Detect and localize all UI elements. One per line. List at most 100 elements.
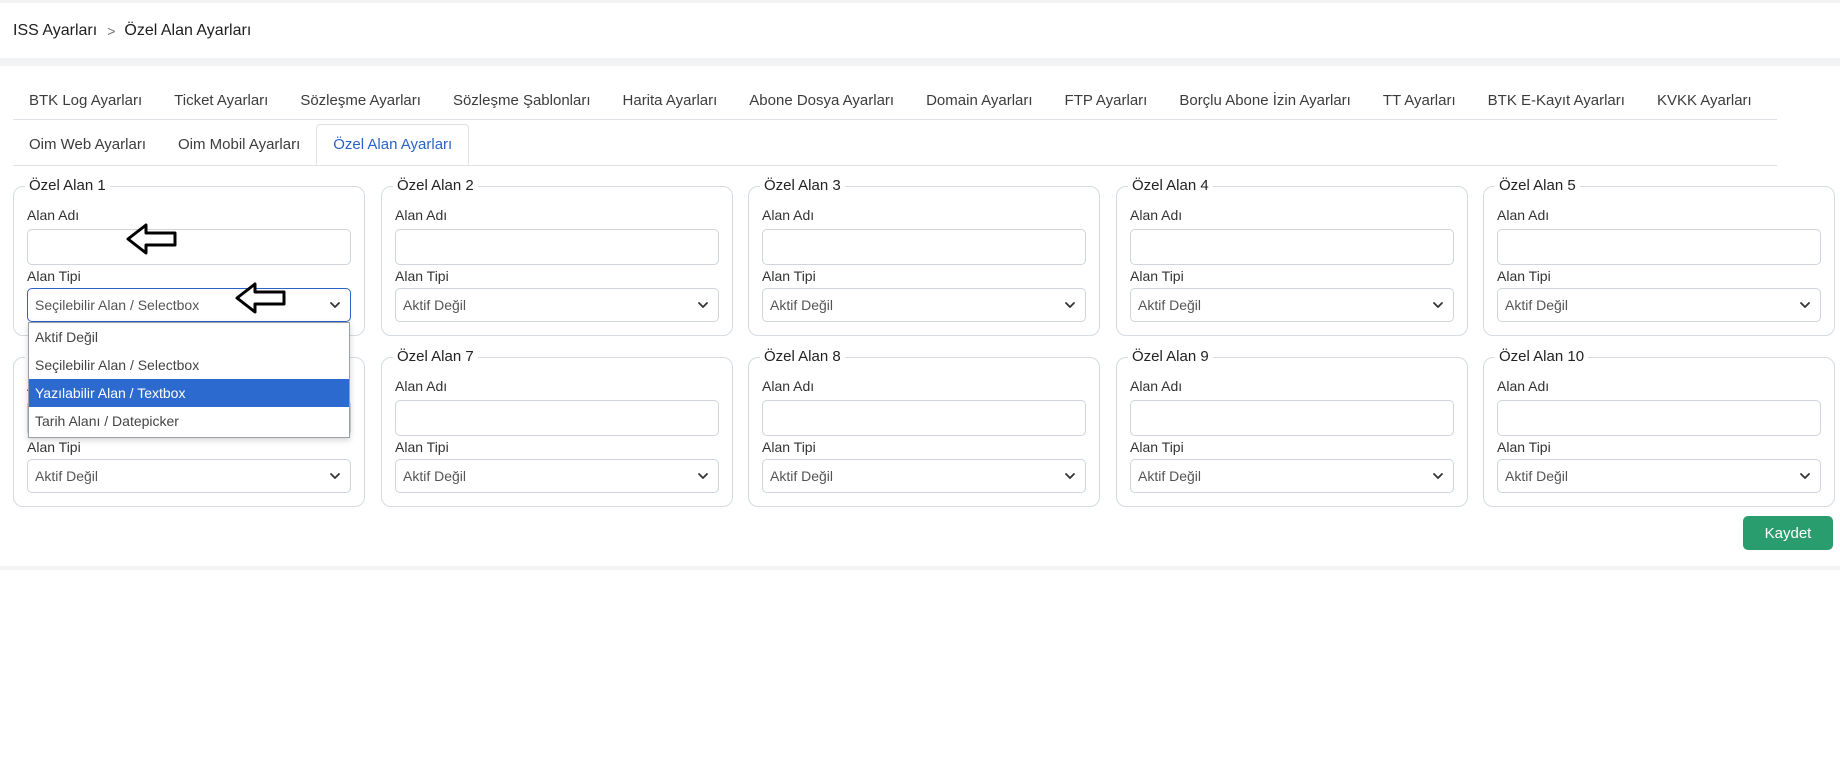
tab-contract-settings[interactable]: Sözleşme Ayarları: [284, 82, 437, 119]
field-type-value: Aktif Değil: [1505, 468, 1569, 484]
tab-kvkk-settings[interactable]: KVKK Ayarları: [1641, 82, 1768, 119]
custom-field-3: Özel Alan 3 Alan Adı Alan Tipi Aktif Değil: [748, 176, 1100, 336]
field-name-input[interactable]: [1130, 400, 1454, 436]
field-name-input[interactable]: [27, 229, 351, 265]
field-type-value: Aktif Değil: [35, 468, 99, 484]
dropdown-option-inactive[interactable]: Aktif Değil: [29, 323, 349, 351]
custom-field-5: Özel Alan 5 Alan Adı Alan Tipi Aktif Değil: [1483, 176, 1835, 336]
breadcrumb-separator-icon: >: [107, 23, 116, 39]
tab-ftp-settings[interactable]: FTP Ayarları: [1049, 82, 1164, 119]
tab-btk-log-settings[interactable]: BTK Log Ayarları: [13, 82, 158, 119]
field-type-label: Alan Tipi: [1130, 439, 1184, 455]
field-type-value: Seçilebilir Alan / Selectbox: [35, 297, 200, 313]
breadcrumb-current: Özel Alan Ayarları: [124, 22, 252, 39]
field-type-value: Aktif Değil: [403, 468, 467, 484]
field-type-select[interactable]: Aktif Değil: [762, 288, 1086, 322]
field-name-label: Alan Adı: [1130, 207, 1183, 223]
left-arrow-icon: [126, 223, 177, 255]
field-type-select[interactable]: Seçilebilir Alan / Selectbox: [27, 288, 351, 322]
field-name-label: Alan Adı: [1130, 378, 1183, 394]
custom-field-8: Özel Alan 8 Alan Adı Alan Tipi Aktif Değil: [748, 347, 1100, 507]
dropdown-option-datepicker[interactable]: Tarih Alanı / Datepicker: [29, 407, 349, 435]
custom-field-1: Özel Alan 1 Alan Adı Alan Tipi Seçilebilir …: [13, 176, 365, 336]
tab-oim-web-settings[interactable]: Oim Web Ayarları: [13, 124, 162, 165]
field-name-label: Alan Adı: [1497, 378, 1550, 394]
tab-debtor-permission-settings[interactable]: Borçlu Abone İzin Ayarları: [1163, 82, 1367, 119]
tab-tt-settings[interactable]: TT Ayarları: [1367, 82, 1472, 119]
settings-tabs-row-1: BTK Log Ayarları Ticket Ayarları Sözleşm…: [13, 82, 1777, 120]
chevron-down-icon: [1433, 473, 1443, 479]
custom-field-legend: Özel Alan 10: [1495, 347, 1589, 367]
tab-subscriber-file-settings[interactable]: Abone Dosya Ayarları: [733, 82, 910, 119]
field-type-value: Aktif Değil: [770, 297, 834, 313]
field-name-label: Alan Adı: [27, 207, 80, 223]
settings-tabs-row-2: Oim Web Ayarları Oim Mobil Ayarları Özel…: [13, 124, 1777, 166]
custom-field-legend: Özel Alan 4: [1128, 176, 1213, 196]
custom-field-legend: Özel Alan 2: [393, 176, 478, 196]
tab-btk-ekayit-settings[interactable]: BTK E-Kayıt Ayarları: [1472, 82, 1641, 119]
chevron-down-icon: [1065, 302, 1075, 308]
field-type-select[interactable]: Aktif Değil: [1130, 288, 1454, 322]
custom-field-9: Özel Alan 9 Alan Adı Alan Tipi Aktif Değil: [1116, 347, 1468, 507]
field-type-select[interactable]: Aktif Değil: [395, 459, 719, 493]
custom-field-legend: Özel Alan 9: [1128, 347, 1213, 367]
field-type-select[interactable]: Aktif Değil: [1130, 459, 1454, 493]
custom-field-legend: Özel Alan 3: [760, 176, 845, 196]
field-name-input[interactable]: [1497, 229, 1821, 265]
field-type-value: Aktif Değil: [1138, 297, 1202, 313]
field-type-label: Alan Tipi: [1130, 268, 1184, 284]
chevron-down-icon: [1800, 473, 1810, 479]
field-type-label: Alan Tipi: [395, 439, 449, 455]
save-button[interactable]: Kaydet: [1743, 516, 1833, 550]
dropdown-option-selectbox[interactable]: Seçilebilir Alan / Selectbox: [29, 351, 349, 379]
field-type-value: Aktif Değil: [770, 468, 834, 484]
custom-field-7: Özel Alan 7 Alan Adı Alan Tipi Aktif Değil: [381, 347, 733, 507]
field-type-label: Alan Tipi: [1497, 439, 1551, 455]
field-type-label: Alan Tipi: [1497, 268, 1551, 284]
custom-field-legend: Özel Alan 7: [393, 347, 478, 367]
field-type-label: Alan Tipi: [762, 268, 816, 284]
chevron-down-icon: [330, 302, 340, 308]
tab-ticket-settings[interactable]: Ticket Ayarları: [158, 82, 284, 119]
top-divider: [0, 0, 1840, 3]
chevron-down-icon: [1065, 473, 1075, 479]
field-name-input[interactable]: [1497, 400, 1821, 436]
field-name-label: Alan Adı: [762, 207, 815, 223]
breadcrumb: ISS Ayarları > Özel Alan Ayarları: [13, 20, 251, 42]
field-type-select[interactable]: Aktif Değil: [395, 288, 719, 322]
tab-contract-templates[interactable]: Sözleşme Şablonları: [437, 82, 607, 119]
chevron-down-icon: [330, 473, 340, 479]
field-type-label: Alan Tipi: [27, 268, 81, 284]
tab-map-settings[interactable]: Harita Ayarları: [607, 82, 734, 119]
header-divider: [0, 58, 1840, 66]
field-name-input[interactable]: [762, 400, 1086, 436]
field-type-select[interactable]: Aktif Değil: [1497, 459, 1821, 493]
field-type-value: Aktif Değil: [1505, 297, 1569, 313]
chevron-down-icon: [1800, 302, 1810, 308]
field-name-input[interactable]: [762, 229, 1086, 265]
field-type-select[interactable]: Aktif Değil: [762, 459, 1086, 493]
field-name-input[interactable]: [1130, 229, 1454, 265]
field-type-label: Alan Tipi: [762, 439, 816, 455]
field-type-label: Alan Tipi: [27, 439, 81, 455]
custom-field-2: Özel Alan 2 Alan Adı Alan Tipi Aktif Değil: [381, 176, 733, 336]
chevron-down-icon: [698, 473, 708, 479]
field-name-input[interactable]: [395, 400, 719, 436]
chevron-down-icon: [1433, 302, 1443, 308]
dropdown-option-textbox[interactable]: Yazılabilir Alan / Textbox: [29, 379, 349, 407]
custom-field-legend: Özel Alan 8: [760, 347, 845, 367]
tab-domain-settings[interactable]: Domain Ayarları: [910, 82, 1048, 119]
custom-field-4: Özel Alan 4 Alan Adı Alan Tipi Aktif Değil: [1116, 176, 1468, 336]
field-type-select[interactable]: Aktif Değil: [1497, 288, 1821, 322]
custom-field-legend: Özel Alan 5: [1495, 176, 1580, 196]
field-name-label: Alan Adı: [395, 207, 448, 223]
tab-oim-mobile-settings[interactable]: Oim Mobil Ayarları: [162, 124, 316, 165]
left-arrow-icon: [235, 282, 286, 314]
field-name-label: Alan Adı: [395, 378, 448, 394]
breadcrumb-parent[interactable]: ISS Ayarları: [13, 22, 97, 40]
field-type-select[interactable]: Aktif Değil: [27, 459, 351, 493]
custom-field-legend: Özel Alan 1: [25, 176, 110, 196]
tab-custom-field-settings[interactable]: Özel Alan Ayarları: [316, 124, 470, 165]
field-name-input[interactable]: [395, 229, 719, 265]
field-type-label: Alan Tipi: [395, 268, 449, 284]
